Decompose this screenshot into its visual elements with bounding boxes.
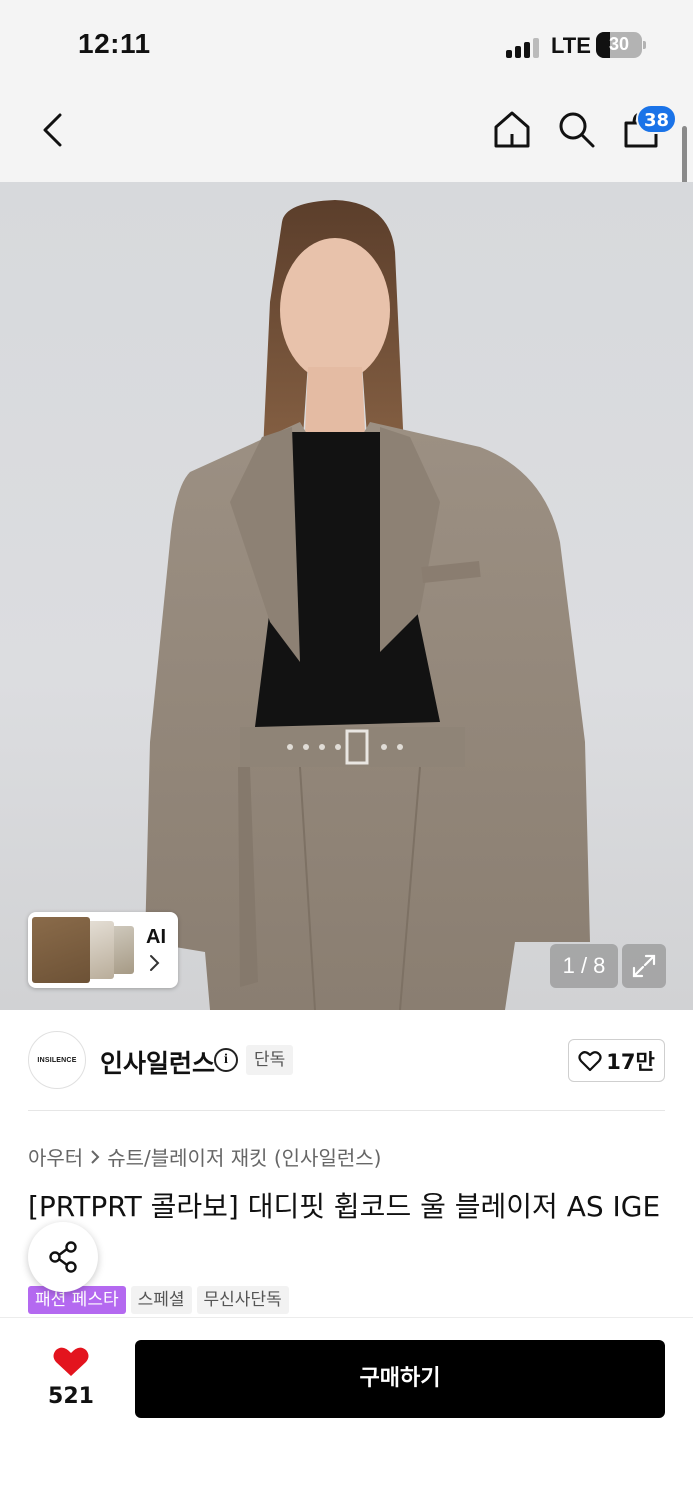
home-button[interactable] xyxy=(490,106,534,152)
tag-musinsa-exclusive: 무신사단독 xyxy=(196,1286,289,1314)
tag-special: 스페셜 xyxy=(130,1286,192,1314)
share-icon xyxy=(49,1241,77,1273)
status-time: 12:11 xyxy=(78,28,151,59)
network-type: LTE xyxy=(551,33,591,58)
tag-fashion-festa: 패션 페스타 xyxy=(28,1286,126,1314)
brand-name[interactable]: 인사일런스 xyxy=(100,1044,215,1080)
home-icon xyxy=(494,111,530,148)
ai-thumbnail xyxy=(32,917,90,983)
divider xyxy=(28,1110,665,1111)
breadcrumb-category[interactable]: 아우터 xyxy=(28,1142,83,1171)
expand-icon xyxy=(632,954,656,978)
info-icon[interactable]: i xyxy=(214,1048,238,1072)
back-button[interactable] xyxy=(32,108,72,152)
exclusive-badge: 단독 xyxy=(246,1045,294,1075)
chevron-right-icon xyxy=(150,955,160,971)
search-icon xyxy=(559,112,595,148)
battery-tip xyxy=(643,41,646,49)
wish-count: 521 xyxy=(48,1384,94,1409)
product-title: [PRTPRT 콜라보] 대디핏 휩코드 울 블레이저 AS IGE xyxy=(28,1190,661,1223)
brand-like-count: 17만 xyxy=(606,1049,655,1074)
chevron-right-icon xyxy=(91,1149,100,1164)
ai-label: AI xyxy=(146,926,166,948)
cart-count-badge: 38 xyxy=(636,104,678,134)
heart-filled-icon xyxy=(53,1347,89,1376)
product-image[interactable] xyxy=(0,182,693,1010)
signal-icon xyxy=(506,36,542,58)
heart-outline-icon xyxy=(578,1050,602,1071)
brand-logo[interactable]: INSILENCE xyxy=(28,1031,86,1089)
search-button[interactable] xyxy=(554,106,598,152)
share-button[interactable] xyxy=(28,1222,98,1292)
brand-like-button[interactable]: 17만 xyxy=(568,1039,665,1082)
battery-percent: 30 xyxy=(608,34,630,54)
model-photo xyxy=(145,200,590,1010)
battery-icon: 30 xyxy=(596,32,642,58)
image-page-indicator: 1 / 8 xyxy=(550,944,618,988)
breadcrumb-subcategory[interactable]: 슈트/블레이저 재킷 (인사일런스) xyxy=(107,1142,381,1171)
back-icon xyxy=(43,113,62,147)
expand-button[interactable] xyxy=(622,944,666,988)
ai-styling-card[interactable]: AI xyxy=(28,912,178,988)
buy-button[interactable]: 구매하기 xyxy=(135,1340,665,1418)
breadcrumb: 아우터 슈트/블레이저 재킷 (인사일런스) xyxy=(28,1142,381,1171)
